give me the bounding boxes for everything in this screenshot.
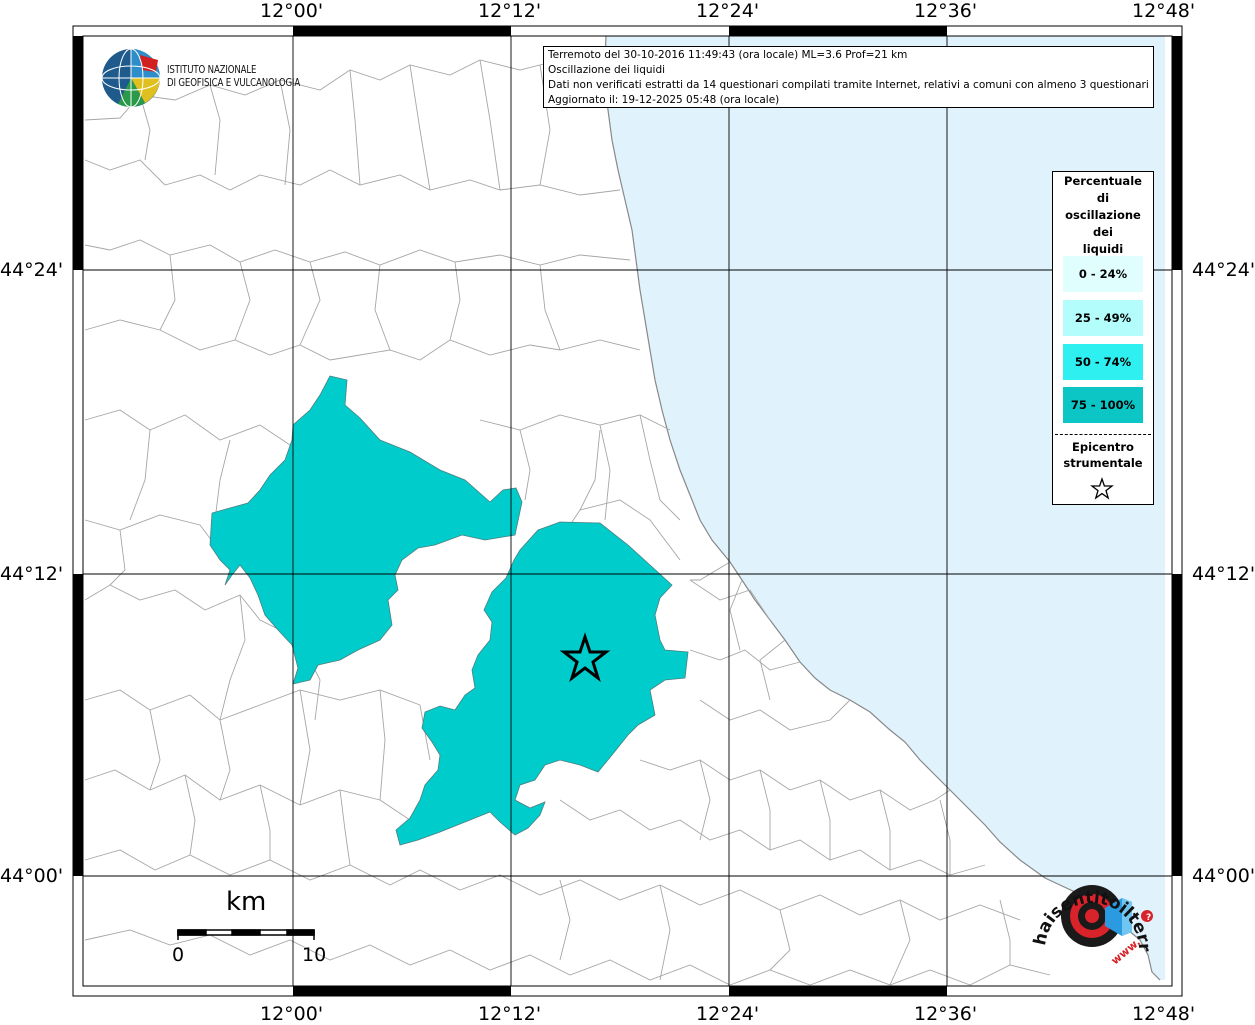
lon-top-label: 12°24' xyxy=(696,0,760,22)
intensity-map[interactable]: ? haisentitoilterremoto.it www. xyxy=(0,0,1255,1024)
lat-left-label: 44°00' xyxy=(0,865,64,887)
lat-right-label: 44°00' xyxy=(1192,865,1255,887)
legend-class-1: 0 - 24% xyxy=(1063,256,1143,292)
legend-title-line: oscillazione xyxy=(1065,208,1141,222)
lat-right-label: 44°24' xyxy=(1192,259,1255,281)
legend-title-line: Percentuale xyxy=(1064,174,1142,188)
ingv-line-2: DI GEOFISICA E VULCANOLOGIA xyxy=(167,77,301,89)
ingv-line-1: ISTITUTO NAZIONALE xyxy=(167,64,257,76)
lon-top-label: 12°12' xyxy=(478,0,542,22)
legend-title-line: di xyxy=(1096,191,1110,205)
legend-epicenter-line: Epicentro xyxy=(1072,440,1134,454)
legend: Percentuale di oscillazione dei liquidi … xyxy=(1052,171,1154,505)
lat-left-label: 44°12' xyxy=(0,563,64,585)
data-disclaimer: Dati non verificati estratti da 14 quest… xyxy=(548,79,1149,91)
legend-divider xyxy=(1055,434,1151,435)
legend-epicenter-line: strumentale xyxy=(1063,456,1143,470)
ingv-logo-icon xyxy=(101,48,161,108)
lon-top-label: 12°00' xyxy=(260,0,324,22)
legend-title: Percentuale di oscillazione dei liquidi xyxy=(1055,172,1151,258)
lon-bottom-label: 12°36' xyxy=(914,1003,978,1025)
event-title: Terremoto del 30-10-2016 11:49:43 (ora l… xyxy=(548,49,908,61)
update-timestamp: Aggiornato il: 19-12-2025 05:48 (ora loc… xyxy=(548,94,780,106)
lat-left-label: 44°24' xyxy=(0,259,64,281)
map-subject: Oscillazione dei liquidi xyxy=(548,64,666,76)
legend-class-2: 25 - 49% xyxy=(1063,300,1143,336)
scale-max-label: 10 xyxy=(302,944,327,966)
lon-bottom-label: 12°24' xyxy=(696,1003,760,1025)
lon-top-label: 12°48' xyxy=(1132,0,1196,22)
scale-unit-label: km xyxy=(226,887,267,917)
epicenter-star-icon xyxy=(1090,477,1114,500)
legend-class-4: 75 - 100% xyxy=(1063,387,1143,423)
lon-bottom-label: 12°00' xyxy=(260,1003,324,1025)
lon-top-label: 12°36' xyxy=(914,0,978,22)
lon-bottom-label: 12°12' xyxy=(478,1003,542,1025)
legend-title-line: dei xyxy=(1093,225,1113,239)
lat-right-label: 44°12' xyxy=(1192,563,1255,585)
scale-min-label: 0 xyxy=(172,944,185,966)
legend-class-3: 50 - 74% xyxy=(1063,344,1143,380)
event-info-box: Terremoto del 30-10-2016 11:49:43 (ora l… xyxy=(543,46,1154,108)
legend-epicenter-label: Epicentro strumentale xyxy=(1053,439,1153,471)
lon-bottom-label: 12°48' xyxy=(1132,1003,1196,1025)
ingv-logo-text: ISTITUTO NAZIONALE DI GEOFISICA E VULCAN… xyxy=(167,64,300,90)
